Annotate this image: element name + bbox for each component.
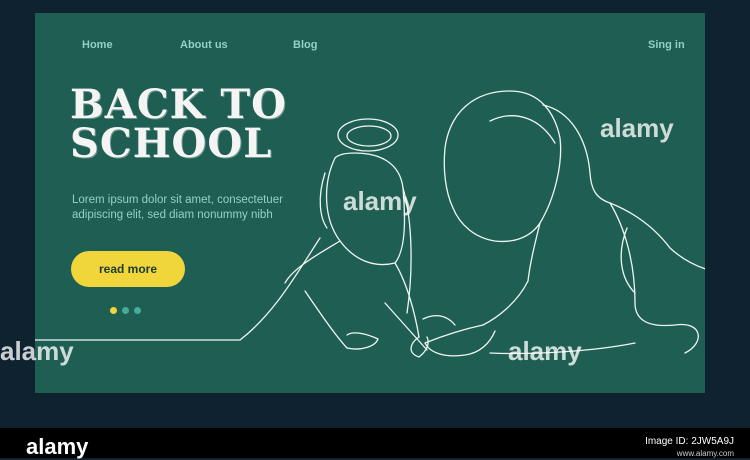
footer-url: www.alamy.com <box>676 449 734 458</box>
watermark-text: alamy <box>508 336 582 366</box>
watermark-text: alamy <box>0 336 74 366</box>
watermark-text: alamy <box>343 186 417 216</box>
watermark-text: alamy <box>600 113 674 143</box>
mother-head <box>443 90 562 243</box>
baseline-line <box>35 237 321 341</box>
image-id-label: Image ID: 2JW5A9J <box>645 436 734 447</box>
footer-logo: alamy <box>26 434 89 459</box>
footer-bar: alamy Image ID: 2JW5A9J www.alamy.com <box>0 428 750 459</box>
